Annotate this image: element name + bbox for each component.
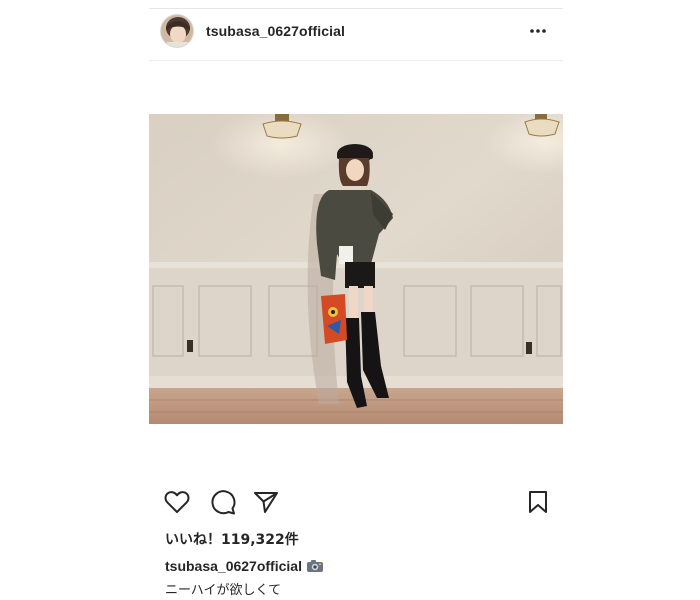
- save-button[interactable]: [524, 488, 552, 516]
- post-photo-image: [149, 114, 563, 424]
- header-divider: [149, 60, 563, 61]
- more-options-button[interactable]: [525, 21, 551, 41]
- avatar-image: [161, 15, 193, 47]
- post-photo[interactable]: [149, 114, 563, 424]
- avatar[interactable]: [160, 14, 194, 48]
- camera-icon: [306, 560, 323, 572]
- post-author-username[interactable]: tsubasa_0627official: [206, 23, 345, 39]
- more-dots-icon: [530, 29, 546, 33]
- bookmark-icon: [529, 491, 547, 513]
- post-header: tsubasa_0627official: [149, 9, 563, 59]
- post-card: tsubasa_0627official いいね！119,322件 tsubas…: [149, 0, 563, 600]
- heart-icon: [164, 491, 190, 513]
- caption-username[interactable]: tsubasa_0627official: [165, 558, 302, 574]
- comment-icon: [211, 490, 236, 515]
- comment-button[interactable]: [209, 488, 237, 516]
- caption-text: ニーハイが欲しくて: [165, 583, 282, 598]
- caption-author: tsubasa_0627official: [165, 558, 324, 574]
- like-button[interactable]: [163, 488, 191, 516]
- likes-count[interactable]: いいね！119,322件: [165, 529, 299, 549]
- share-button[interactable]: [252, 488, 280, 516]
- share-icon: [254, 492, 278, 513]
- instagram-post-page: tsubasa_0627official いいね！119,322件 tsubas…: [0, 0, 700, 600]
- post-actions-bar: [149, 484, 563, 520]
